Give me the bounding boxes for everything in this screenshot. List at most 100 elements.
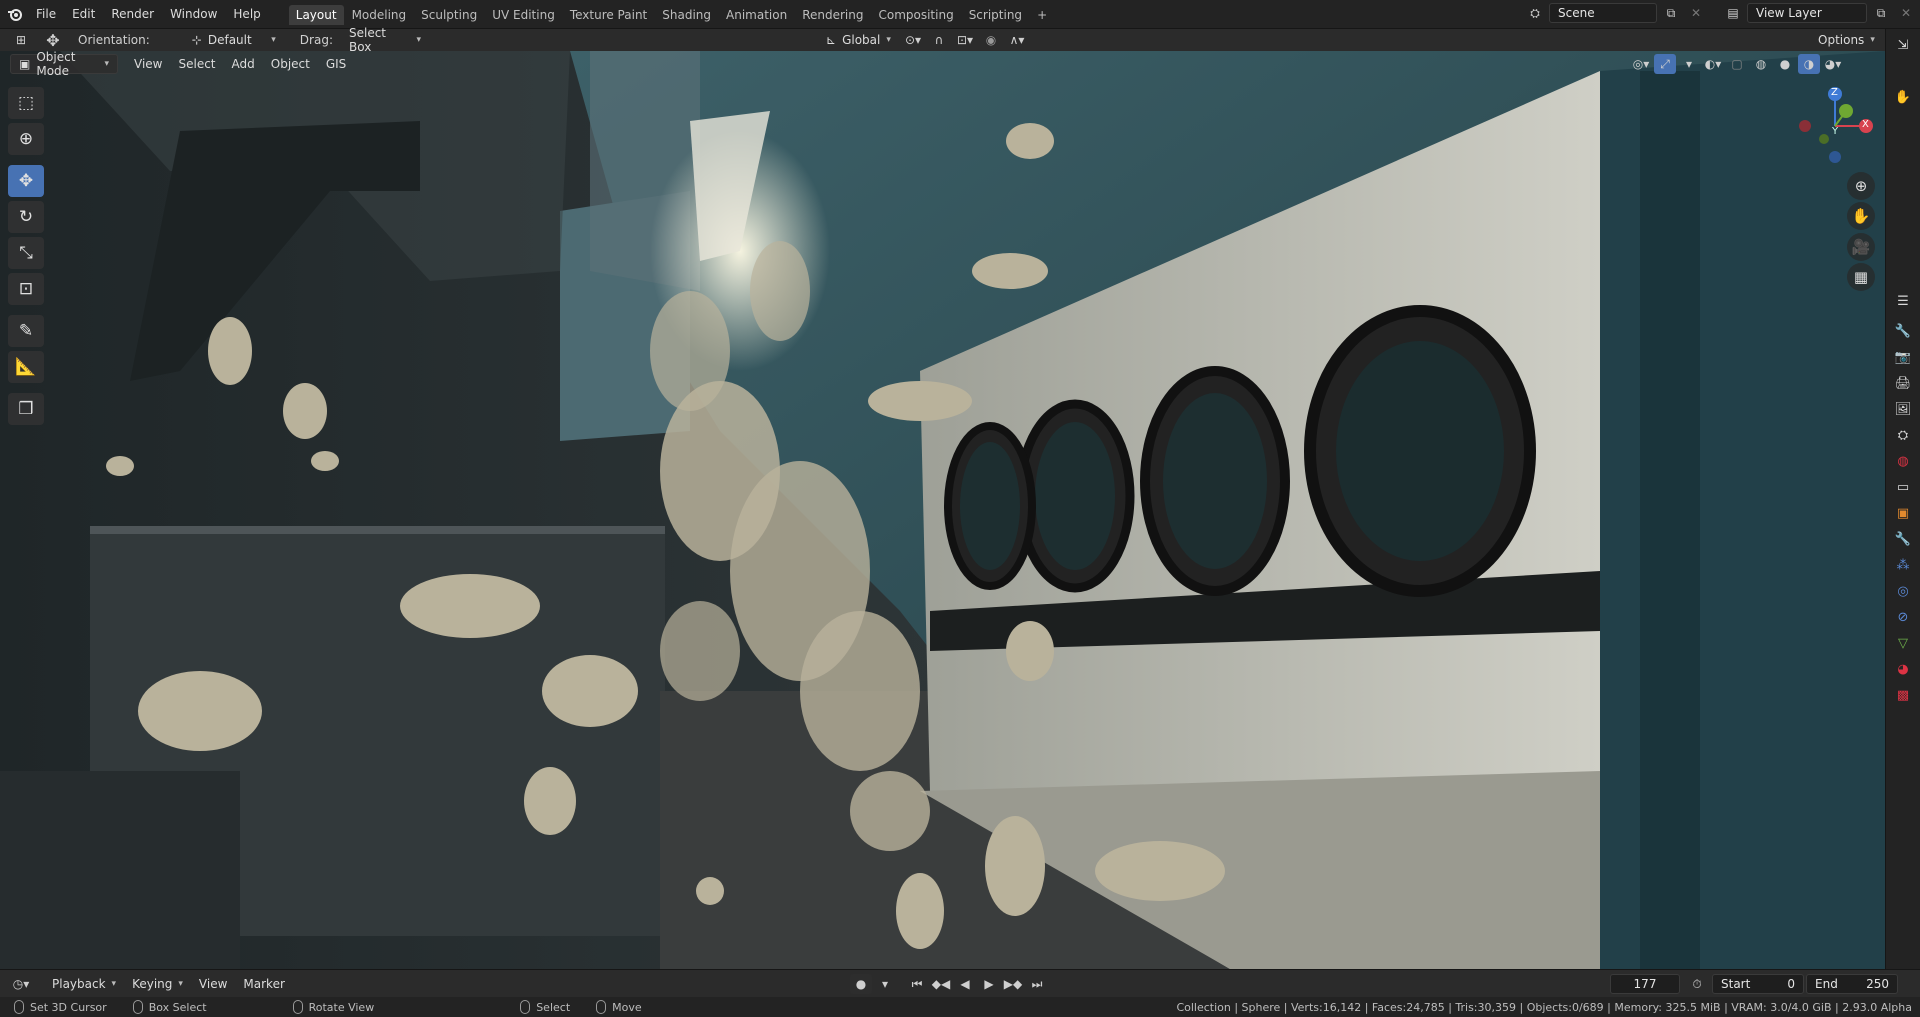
- preview-range-icon[interactable]: ⏱: [1686, 974, 1708, 994]
- falloff-icon[interactable]: ∧▾: [1006, 30, 1028, 50]
- orientation-dropdown[interactable]: ⊹ Default ▾: [184, 30, 284, 50]
- gizmo-toggle-icon[interactable]: ⤢: [1654, 54, 1676, 74]
- current-frame-field[interactable]: 177: [1610, 974, 1680, 994]
- scene-properties-icon[interactable]: ⛭: [1890, 423, 1916, 447]
- add-workspace-button[interactable]: +: [1030, 5, 1054, 25]
- tab-layout[interactable]: Layout: [288, 4, 344, 25]
- view-layer-icon[interactable]: ▤: [1722, 3, 1744, 23]
- viewport-menu-select[interactable]: Select: [170, 53, 223, 75]
- zoom-icon[interactable]: ⊕: [1847, 172, 1875, 200]
- scene-icon[interactable]: ⛭: [1524, 3, 1546, 23]
- texture-properties-icon[interactable]: ▩: [1890, 683, 1916, 707]
- timeline-menu-marker[interactable]: Marker: [235, 973, 292, 995]
- tab-uv-editing[interactable]: UV Editing: [485, 5, 562, 25]
- visibility-icon[interactable]: ◎▾: [1630, 54, 1652, 74]
- modifier-properties-icon[interactable]: 🔧: [1890, 527, 1916, 551]
- transform-tool-icon[interactable]: ⊡: [8, 273, 44, 305]
- pivot-point-icon[interactable]: ⊙▾: [902, 30, 924, 50]
- menu-edit[interactable]: Edit: [64, 3, 103, 25]
- view-layer-properties-icon[interactable]: 🖼: [1890, 397, 1916, 421]
- jump-start-icon[interactable]: ⏮: [906, 974, 928, 994]
- play-icon[interactable]: ▶: [978, 974, 1000, 994]
- add-cube-tool-icon[interactable]: ❒: [8, 393, 44, 425]
- properties-options-icon[interactable]: ☰: [1890, 289, 1916, 313]
- start-frame-field[interactable]: Start 0: [1712, 974, 1804, 994]
- keying-menu[interactable]: Keying ▾: [124, 974, 191, 994]
- timeline-editor-icon[interactable]: ◷▾: [10, 974, 32, 994]
- new-scene-icon[interactable]: ⧉: [1660, 3, 1682, 23]
- tab-animation[interactable]: Animation: [719, 5, 794, 25]
- material-shading-icon[interactable]: ◑: [1798, 54, 1820, 74]
- prev-keyframe-icon[interactable]: ◆◀: [930, 974, 952, 994]
- 3d-viewport[interactable]: ▣ Object Mode ▾ View Select Add Object G…: [0, 51, 1885, 969]
- end-frame-field[interactable]: End 250: [1806, 974, 1898, 994]
- delete-view-layer-icon[interactable]: ✕: [1895, 3, 1917, 23]
- scene-name-field[interactable]: Scene: [1549, 3, 1657, 23]
- object-properties-icon[interactable]: ▣: [1890, 501, 1916, 525]
- navigation-gizmo[interactable]: Z X Y: [1790, 81, 1880, 171]
- record-options-icon[interactable]: ▾: [874, 974, 896, 994]
- tab-texture-paint[interactable]: Texture Paint: [563, 5, 654, 25]
- world-properties-icon[interactable]: ◍: [1890, 449, 1916, 473]
- overlays-icon[interactable]: ◐▾: [1702, 54, 1724, 74]
- particles-properties-icon[interactable]: ⁂: [1890, 553, 1916, 577]
- gizmo-dropdown-icon[interactable]: ▾: [1678, 54, 1700, 74]
- snap-icon[interactable]: ∩: [928, 30, 950, 50]
- collection-properties-icon[interactable]: ▭: [1890, 475, 1916, 499]
- tool-properties-icon[interactable]: 🔧: [1890, 319, 1916, 343]
- annotate-tool-icon[interactable]: ✎: [8, 315, 44, 347]
- rendered-shading-icon[interactable]: ◕▾: [1822, 54, 1844, 74]
- constraints-properties-icon[interactable]: ⊘: [1890, 605, 1916, 629]
- tab-scripting[interactable]: Scripting: [962, 5, 1029, 25]
- viewport-menu-view[interactable]: View: [126, 53, 170, 75]
- drag-dropdown[interactable]: Select Box ▾: [341, 26, 429, 54]
- delete-scene-icon[interactable]: ✕: [1685, 3, 1707, 23]
- viewport-menu-object[interactable]: Object: [263, 53, 318, 75]
- move-tool-icon[interactable]: ✥: [8, 165, 44, 197]
- output-properties-icon[interactable]: 🖨: [1890, 371, 1916, 395]
- playback-menu[interactable]: Playback ▾: [44, 974, 124, 994]
- options-dropdown[interactable]: Options ▾: [1810, 30, 1883, 50]
- select-box-tool-icon[interactable]: ⬚: [8, 87, 44, 119]
- data-properties-icon[interactable]: ▽: [1890, 631, 1916, 655]
- pan-hand-icon[interactable]: ✋: [1847, 202, 1875, 230]
- next-keyframe-icon[interactable]: ▶◆: [1002, 974, 1024, 994]
- viewport-menu-gis[interactable]: GIS: [318, 53, 354, 75]
- tab-compositing[interactable]: Compositing: [871, 5, 960, 25]
- viewport-menu-add[interactable]: Add: [224, 53, 263, 75]
- menu-help[interactable]: Help: [225, 3, 268, 25]
- snap-target-icon[interactable]: ⊡▾: [954, 30, 976, 50]
- material-properties-icon[interactable]: ◕: [1890, 657, 1916, 681]
- menu-file[interactable]: File: [28, 3, 64, 25]
- rotate-tool-icon[interactable]: ↻: [8, 201, 44, 233]
- record-icon[interactable]: ●: [850, 974, 872, 994]
- cursor-tool-icon[interactable]: ⊕: [8, 123, 44, 155]
- proportional-edit-icon[interactable]: ◉: [980, 30, 1002, 50]
- camera-view-icon[interactable]: 🎥: [1847, 233, 1875, 261]
- object-mode-dropdown[interactable]: ▣ Object Mode ▾: [10, 51, 118, 78]
- measure-tool-icon[interactable]: 📐: [8, 351, 44, 383]
- scale-tool-icon[interactable]: ⤡: [8, 237, 44, 269]
- hand-icon[interactable]: ✋: [1890, 85, 1916, 109]
- physics-properties-icon[interactable]: ◎: [1890, 579, 1916, 603]
- xray-icon[interactable]: ▢: [1726, 54, 1748, 74]
- render-properties-icon[interactable]: 📷: [1890, 345, 1916, 369]
- play-reverse-icon[interactable]: ◀: [954, 974, 976, 994]
- blender-logo-icon[interactable]: [4, 4, 26, 24]
- tab-sculpting[interactable]: Sculpting: [414, 5, 484, 25]
- transform-orientation-dropdown[interactable]: ⊾ Global ▾: [818, 30, 898, 50]
- sidebar-toggle-icon[interactable]: ⇲: [1890, 33, 1916, 57]
- menu-window[interactable]: Window: [162, 3, 225, 25]
- perspective-grid-icon[interactable]: ▦: [1847, 263, 1875, 291]
- new-view-layer-icon[interactable]: ⧉: [1870, 3, 1892, 23]
- wireframe-shading-icon[interactable]: ◍: [1750, 54, 1772, 74]
- tab-modeling[interactable]: Modeling: [345, 5, 414, 25]
- solid-shading-icon[interactable]: ●: [1774, 54, 1796, 74]
- menu-render[interactable]: Render: [103, 3, 162, 25]
- timeline-menu-view[interactable]: View: [191, 973, 235, 995]
- tab-shading[interactable]: Shading: [655, 5, 718, 25]
- view-layer-field[interactable]: View Layer: [1747, 3, 1867, 23]
- jump-end-icon[interactable]: ⏭: [1026, 974, 1048, 994]
- editor-type-icon[interactable]: ⊞: [10, 30, 32, 50]
- tab-rendering[interactable]: Rendering: [795, 5, 870, 25]
